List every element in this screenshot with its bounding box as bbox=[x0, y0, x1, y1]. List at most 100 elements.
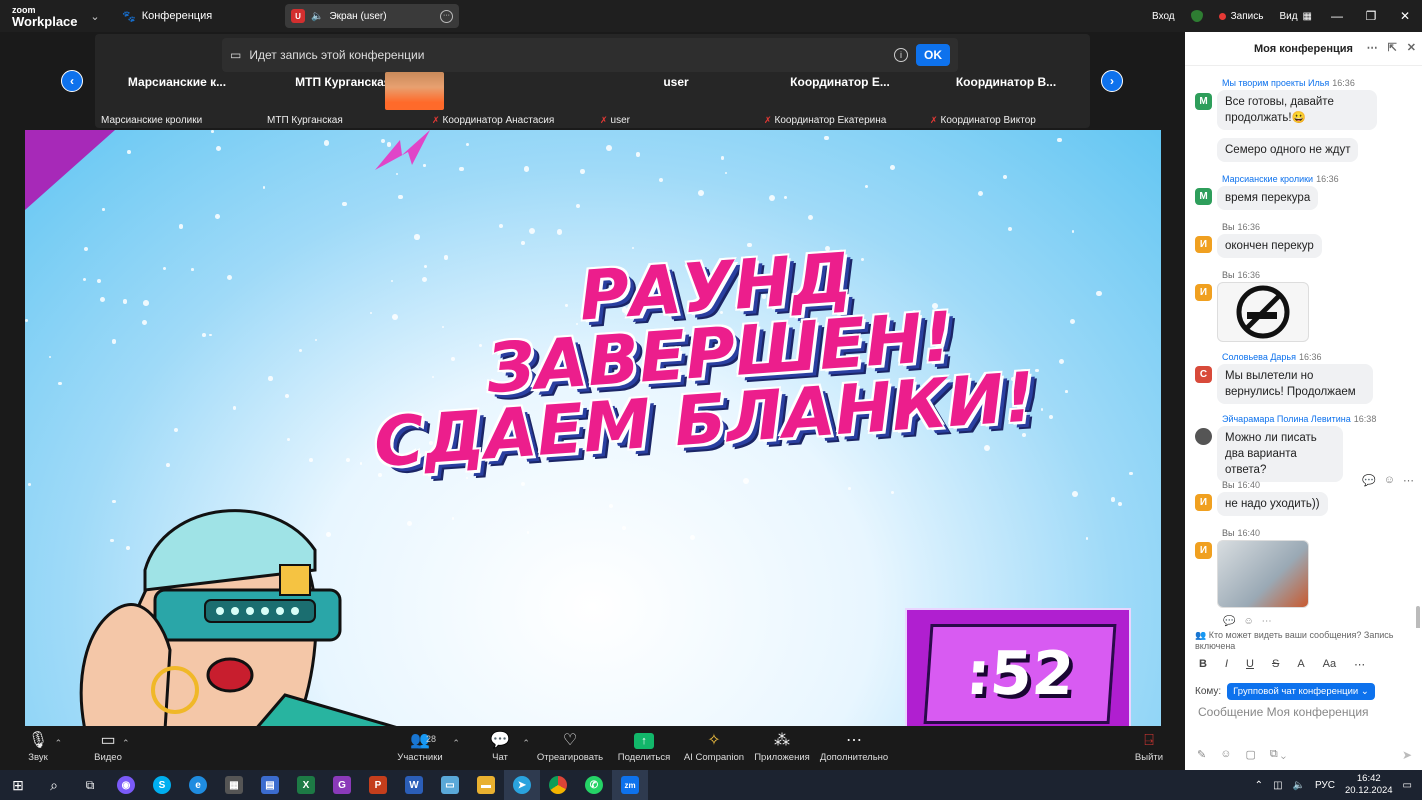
info-icon[interactable]: i bbox=[894, 48, 908, 62]
reply-icon[interactable]: 💬 bbox=[1223, 616, 1235, 627]
more-button[interactable]: ⋯ Дополнительно bbox=[818, 730, 890, 770]
underline-icon[interactable]: U bbox=[1246, 658, 1254, 671]
excel-icon[interactable]: X bbox=[288, 770, 324, 800]
react-button[interactable]: ♡ Отреагировать bbox=[534, 730, 606, 770]
zoom-taskbar-icon[interactable]: zm bbox=[612, 770, 648, 800]
apps-button[interactable]: ⁂ Приложения bbox=[746, 730, 818, 770]
chevron-down-icon[interactable]: ⌄ bbox=[80, 10, 110, 23]
search-icon[interactable]: ⌕ bbox=[36, 770, 72, 800]
file-icon[interactable]: ▢ bbox=[1245, 748, 1255, 761]
paw-icon: 🐾 bbox=[122, 10, 136, 23]
next-page-arrow-icon[interactable]: › bbox=[1101, 70, 1123, 92]
network-icon[interactable]: ◫ bbox=[1273, 780, 1282, 791]
participant-tile[interactable]: Координатор В... ✗ Координатор Виктор bbox=[926, 72, 1086, 128]
more-icon[interactable]: ⋯ bbox=[1403, 474, 1414, 487]
emoji-icon[interactable]: ☺ bbox=[1220, 748, 1231, 761]
powerpoint-icon[interactable]: P bbox=[360, 770, 396, 800]
participants-button[interactable]: 👥 28 ⌃ Участники bbox=[384, 730, 460, 770]
send-icon[interactable]: ➤ bbox=[1402, 748, 1412, 762]
no-smoking-sticker[interactable] bbox=[1217, 282, 1309, 342]
snowflake bbox=[100, 296, 106, 302]
folder-icon[interactable]: ▬ bbox=[468, 770, 504, 800]
close-button[interactable]: ✕ bbox=[1388, 9, 1422, 23]
more-icon[interactable]: ⋯ bbox=[1262, 616, 1272, 627]
message-list[interactable]: Мы творим проекты Илья 16:36 М Все готовы… bbox=[1185, 66, 1422, 628]
participant-tile[interactable]: ✗ Координатор Анастасия bbox=[428, 72, 588, 128]
privacy-notice[interactable]: 👥 Кто может видеть ваши сообщения? Запис… bbox=[1195, 630, 1415, 652]
chat-button[interactable]: 💬 ⌃ Чат bbox=[464, 730, 536, 770]
emoji-react-icon[interactable]: ☺ bbox=[1384, 474, 1395, 487]
task-view-icon[interactable]: ⧉ bbox=[72, 770, 108, 800]
view-button[interactable]: Вид ▦ bbox=[1271, 11, 1320, 22]
message-input[interactable]: Сообщение Моя конференция bbox=[1198, 705, 1369, 719]
clock[interactable]: 16:42 20.12.2024 bbox=[1345, 773, 1393, 797]
more-icon[interactable]: ··· bbox=[440, 9, 453, 23]
participant-tile[interactable]: Марсианские к... Марсианские кролики bbox=[97, 72, 257, 128]
archive-icon[interactable]: ▤ bbox=[252, 770, 288, 800]
bold-icon[interactable]: B bbox=[1199, 658, 1207, 671]
mic-muted-icon: ✗ bbox=[600, 115, 608, 125]
notes-icon[interactable]: ▭ bbox=[432, 770, 468, 800]
screenshot-icon[interactable]: ⧉ ⌄ bbox=[1270, 748, 1286, 761]
snowflake bbox=[698, 190, 704, 196]
ok-button[interactable]: OK bbox=[916, 44, 950, 66]
sticker-actions: 💬 ☺ ⋯ bbox=[1223, 616, 1272, 627]
participant-tile[interactable]: user ✗ user bbox=[596, 72, 756, 128]
login-button[interactable]: Вход bbox=[1144, 11, 1183, 22]
strikethrough-icon[interactable]: S bbox=[1272, 658, 1279, 671]
screen-share-pill[interactable]: U 🔈 Экран (user) ··· bbox=[285, 4, 459, 28]
leave-button[interactable]: ⍈ Выйти bbox=[1113, 730, 1185, 770]
telegram-icon[interactable]: ➤ bbox=[504, 770, 540, 800]
snowflake bbox=[423, 264, 427, 268]
record-indicator[interactable]: Запись bbox=[1211, 11, 1272, 22]
snowflake bbox=[174, 427, 179, 433]
avatar: И bbox=[1195, 542, 1212, 559]
edge-icon[interactable]: e bbox=[180, 770, 216, 800]
word-icon[interactable]: W bbox=[396, 770, 432, 800]
font-size-icon[interactable]: Aa bbox=[1323, 658, 1336, 671]
more-format-icon[interactable]: ⋯ bbox=[1354, 658, 1365, 671]
corner-decoration bbox=[25, 130, 115, 210]
chat-scrollbar[interactable] bbox=[1416, 606, 1420, 628]
security-shield-icon[interactable] bbox=[1183, 10, 1211, 22]
snowflake bbox=[523, 166, 530, 172]
minimize-button[interactable]: — bbox=[1320, 9, 1354, 23]
whatsapp-icon[interactable]: ✆ bbox=[576, 770, 612, 800]
text-color-icon[interactable]: A bbox=[1297, 658, 1304, 671]
user-badge: U bbox=[291, 9, 305, 23]
snowflake bbox=[126, 150, 131, 154]
reply-icon[interactable]: 💬 bbox=[1362, 474, 1376, 487]
conference-menu[interactable]: 🐾 Конференция bbox=[110, 10, 285, 23]
language-indicator[interactable]: РУС bbox=[1315, 780, 1335, 791]
prev-page-arrow-icon[interactable]: ‹ bbox=[61, 70, 83, 92]
video-button[interactable]: ▭ ⌃ Видео bbox=[72, 730, 144, 770]
skype-icon[interactable]: S bbox=[144, 770, 180, 800]
windows-start-icon[interactable]: ⊞ bbox=[0, 770, 36, 800]
snowflake bbox=[143, 300, 150, 306]
emoji-react-icon[interactable]: ☺ bbox=[1243, 616, 1253, 627]
close-icon[interactable]: ✕ bbox=[1407, 41, 1416, 54]
heart-icon: ♡ bbox=[562, 732, 578, 749]
participant-tile[interactable]: Координатор Е... ✗ Координатор Екатерина bbox=[760, 72, 920, 128]
people-icon: 👥 bbox=[1195, 630, 1207, 640]
chevron-up-icon[interactable]: ⌃ bbox=[1255, 780, 1263, 791]
share-button[interactable]: ↑ Поделиться bbox=[608, 730, 680, 770]
volume-icon[interactable]: 🔈 bbox=[1293, 780, 1305, 791]
ai-companion-button[interactable]: ✧ AI Companion bbox=[678, 730, 750, 770]
calculator-icon[interactable]: ▦ bbox=[216, 770, 252, 800]
snowflake bbox=[191, 268, 194, 271]
chrome-icon[interactable] bbox=[540, 770, 576, 800]
popout-icon[interactable]: ⇱ bbox=[1388, 41, 1397, 54]
more-options-icon[interactable]: ⋯ bbox=[1367, 41, 1378, 54]
notification-icon[interactable]: ▭ bbox=[1403, 780, 1412, 791]
format-toggle-icon[interactable]: ✎ bbox=[1197, 748, 1206, 761]
cartoon-sticker[interactable] bbox=[1217, 540, 1309, 608]
snowflake bbox=[232, 406, 237, 410]
audio-button[interactable]: 🎙 ⌃ Звук bbox=[2, 730, 74, 770]
recipient-select[interactable]: Групповой чат конференции ⌄ bbox=[1227, 683, 1375, 700]
app-icon[interactable]: G bbox=[324, 770, 360, 800]
message-actions: 💬 ☺ ⋯ bbox=[1362, 474, 1414, 487]
maximize-button[interactable]: ❐ bbox=[1354, 9, 1388, 23]
app-icon[interactable]: ◉ bbox=[108, 770, 144, 800]
italic-icon[interactable]: I bbox=[1225, 658, 1228, 671]
